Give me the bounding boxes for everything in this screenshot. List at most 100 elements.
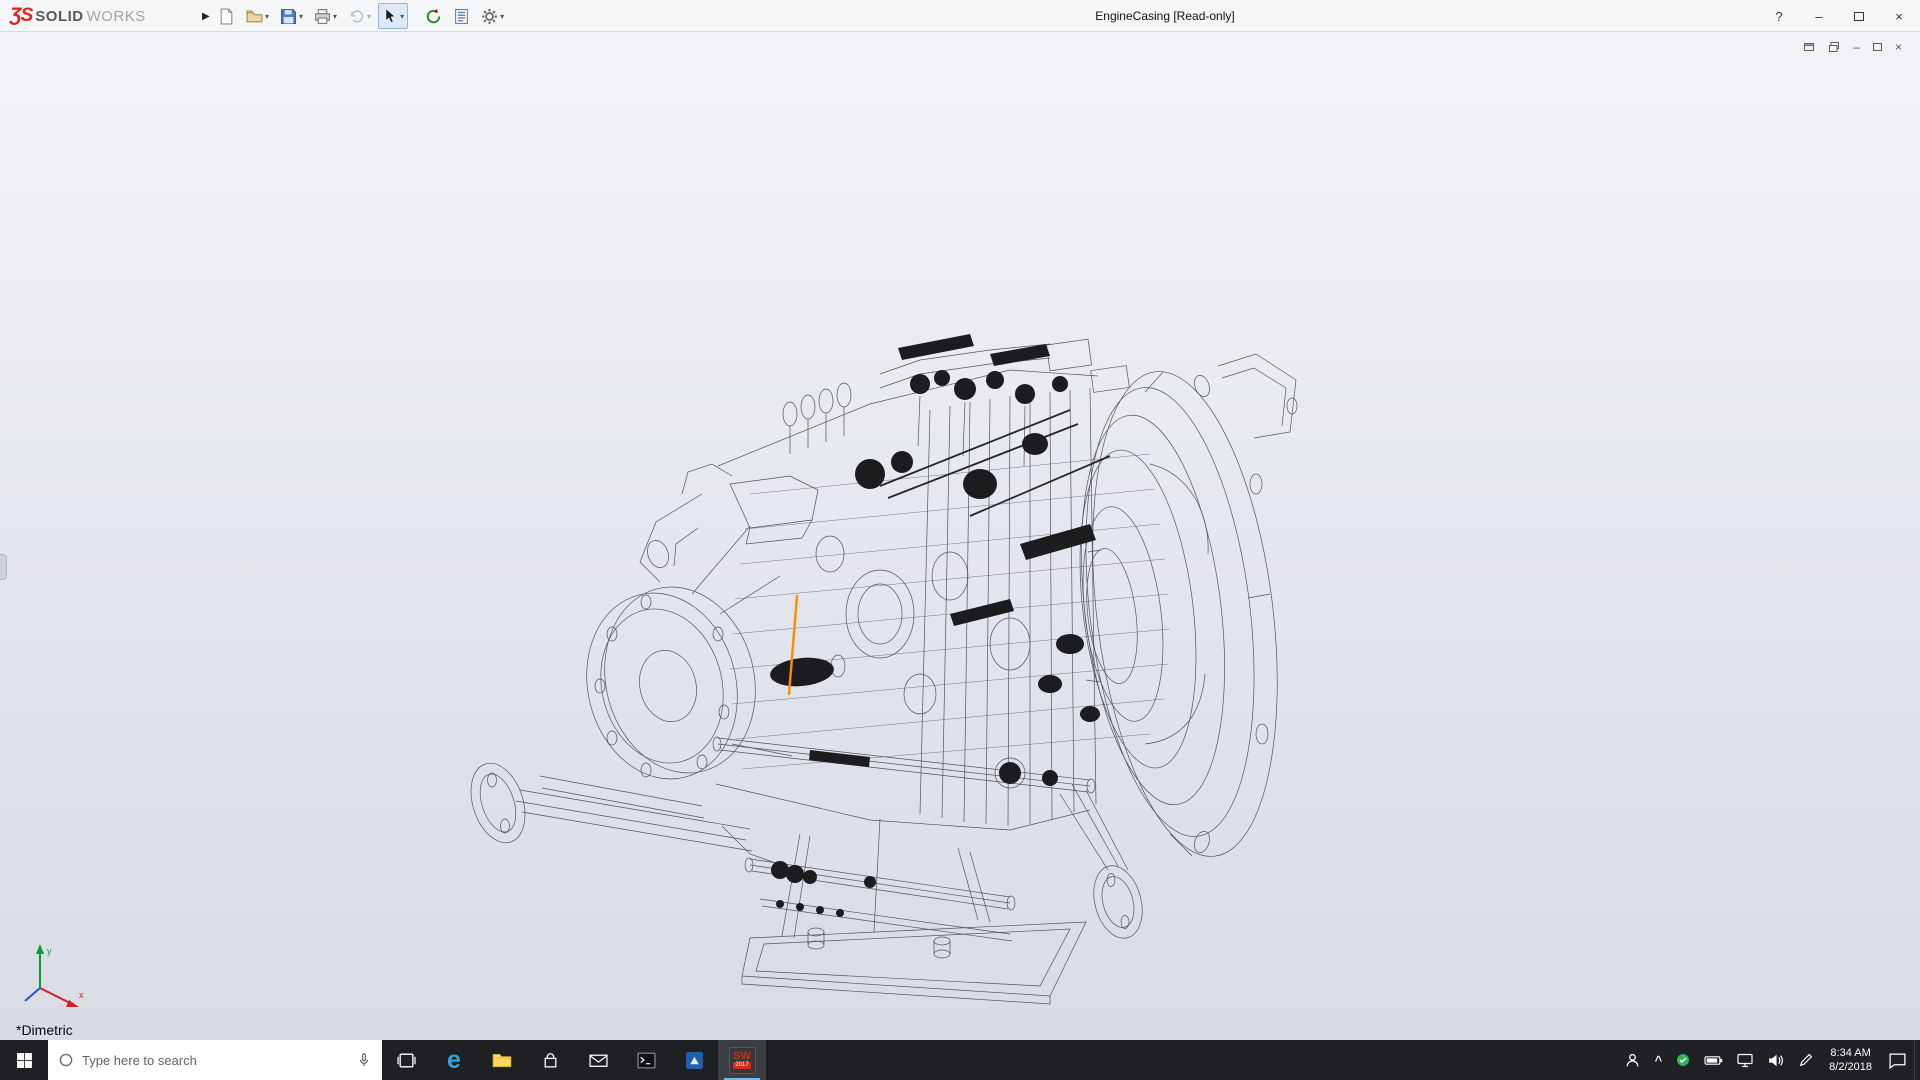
people-icon (1624, 1052, 1641, 1069)
search-input[interactable] (82, 1053, 348, 1068)
file-explorer-icon (492, 1052, 512, 1068)
doc-restore-button[interactable] (1873, 43, 1882, 51)
solidworks-app-button[interactable]: SW 2017 (718, 1040, 766, 1080)
doc-minimize-button[interactable]: – (1853, 40, 1860, 54)
tray-overflow-button[interactable]: ^ (1648, 1040, 1670, 1080)
command-prompt-icon (637, 1052, 656, 1069)
people-button[interactable] (1617, 1040, 1648, 1080)
start-button[interactable] (0, 1040, 48, 1080)
undo-icon (348, 8, 365, 25)
open-document-button[interactable]: ▾ (242, 3, 273, 29)
new-document-button[interactable] (214, 3, 239, 29)
save-dropdown-icon[interactable]: ▾ (299, 12, 303, 21)
solidworks-logo: ƷS SOLIDWORKS (10, 0, 146, 32)
open-folder-icon (246, 8, 263, 25)
menu-flyout-arrow-icon[interactable]: ▶ (198, 0, 214, 32)
rebuild-button[interactable] (421, 3, 446, 29)
document-window-controls: – × (1803, 40, 1902, 54)
cortana-icon (58, 1052, 74, 1068)
battery-icon (1704, 1055, 1723, 1066)
minimize-button[interactable]: – (1806, 9, 1832, 24)
solidworks-year-badge: 2017 (733, 1062, 750, 1069)
select-dropdown-icon[interactable]: ▾ (400, 12, 404, 21)
rebuild-icon (425, 8, 442, 25)
window-icon (1803, 41, 1815, 53)
battery-button[interactable] (1697, 1040, 1730, 1080)
store-button[interactable] (526, 1040, 574, 1080)
dassault-logo-icon: ƷS (10, 5, 32, 27)
command-prompt-button[interactable] (622, 1040, 670, 1080)
document-title: EngineCasing [Read-only] (1095, 0, 1234, 32)
clock-time: 8:34 AM (1830, 1046, 1870, 1060)
save-floppy-icon (280, 8, 297, 25)
print-button[interactable]: ▾ (310, 3, 341, 29)
engine-casing-wireframe (450, 314, 1300, 1014)
edge-icon: e (447, 1048, 461, 1073)
select-cursor-icon (382, 8, 398, 24)
restore-icon (1873, 43, 1882, 51)
orientation-triad: y x (16, 940, 94, 1020)
quick-access-toolbar: ▾ ▾ ▾ ▾ ▾ ▾ (214, 0, 508, 32)
close-button[interactable]: × (1886, 9, 1912, 24)
speaker-icon (1767, 1053, 1784, 1068)
file-properties-button[interactable] (449, 3, 474, 29)
options-dropdown-icon[interactable]: ▾ (500, 12, 504, 21)
blue-app-icon (685, 1051, 704, 1070)
blue-app-button[interactable] (670, 1040, 718, 1080)
brand-works: WORKS (87, 8, 146, 25)
panel-collapse-handle[interactable] (0, 554, 7, 580)
cascade-windows-icon (1828, 41, 1840, 53)
security-shield-icon (1676, 1053, 1690, 1067)
file-explorer-button[interactable] (478, 1040, 526, 1080)
help-button[interactable]: ? (1766, 9, 1792, 24)
show-desktop-button[interactable] (1914, 1040, 1920, 1080)
new-window-button[interactable] (1803, 41, 1815, 53)
graphics-viewport[interactable]: y x *Dimetric (0, 32, 1920, 1040)
x-axis-label: x (79, 990, 84, 1000)
y-axis-label: y (47, 946, 52, 956)
security-status-button[interactable] (1669, 1040, 1697, 1080)
mail-envelope-icon (589, 1053, 608, 1068)
titlebar: ƷS SOLIDWORKS ▶ ▾ ▾ ▾ ▾ ▾ (0, 0, 1920, 32)
undo-button[interactable]: ▾ (344, 3, 375, 29)
display-button[interactable] (1730, 1040, 1760, 1080)
doc-close-button[interactable]: × (1895, 40, 1902, 54)
chevron-up-icon: ^ (1655, 1053, 1663, 1068)
open-dropdown-icon[interactable]: ▾ (265, 12, 269, 21)
y-axis-arrow-icon (36, 944, 44, 954)
save-button[interactable]: ▾ (276, 3, 307, 29)
taskbar-search-box[interactable] (48, 1040, 382, 1080)
edge-browser-button[interactable]: e (430, 1040, 478, 1080)
action-center-button[interactable] (1881, 1040, 1914, 1080)
gear-icon (481, 8, 498, 25)
pen-settings-button[interactable] (1791, 1040, 1820, 1080)
volume-button[interactable] (1760, 1040, 1791, 1080)
monitor-icon (1737, 1053, 1753, 1068)
options-button[interactable]: ▾ (477, 3, 508, 29)
clock-date: 8/2/2018 (1829, 1060, 1872, 1074)
task-view-icon (397, 1053, 416, 1068)
system-tray: ^ (1617, 1040, 1920, 1080)
undo-dropdown-icon[interactable]: ▾ (367, 12, 371, 21)
windows-logo-icon (16, 1052, 33, 1069)
store-bag-icon (542, 1052, 559, 1069)
taskbar-clock[interactable]: 8:34 AM 8/2/2018 (1820, 1040, 1881, 1080)
print-icon (314, 8, 331, 25)
task-view-button[interactable] (382, 1040, 430, 1080)
microphone-icon[interactable] (356, 1052, 372, 1068)
maximize-button[interactable] (1846, 9, 1872, 24)
cascade-windows-button[interactable] (1828, 41, 1840, 53)
solidworks-sw-letters: SW (733, 1051, 751, 1062)
select-button[interactable]: ▾ (378, 3, 408, 29)
brand-solid: SOLID (35, 8, 83, 25)
solidworks-app-icon: SW 2017 (729, 1047, 756, 1074)
windows-taskbar: e SW 2017 (0, 1040, 1920, 1080)
print-dropdown-icon[interactable]: ▾ (333, 12, 337, 21)
z-axis-icon (25, 988, 40, 1001)
view-orientation-label: *Dimetric (16, 1022, 73, 1038)
new-document-icon (218, 8, 235, 25)
pen-icon (1798, 1053, 1813, 1068)
maximize-icon (1854, 12, 1864, 21)
mail-button[interactable] (574, 1040, 622, 1080)
file-properties-icon (453, 8, 470, 25)
